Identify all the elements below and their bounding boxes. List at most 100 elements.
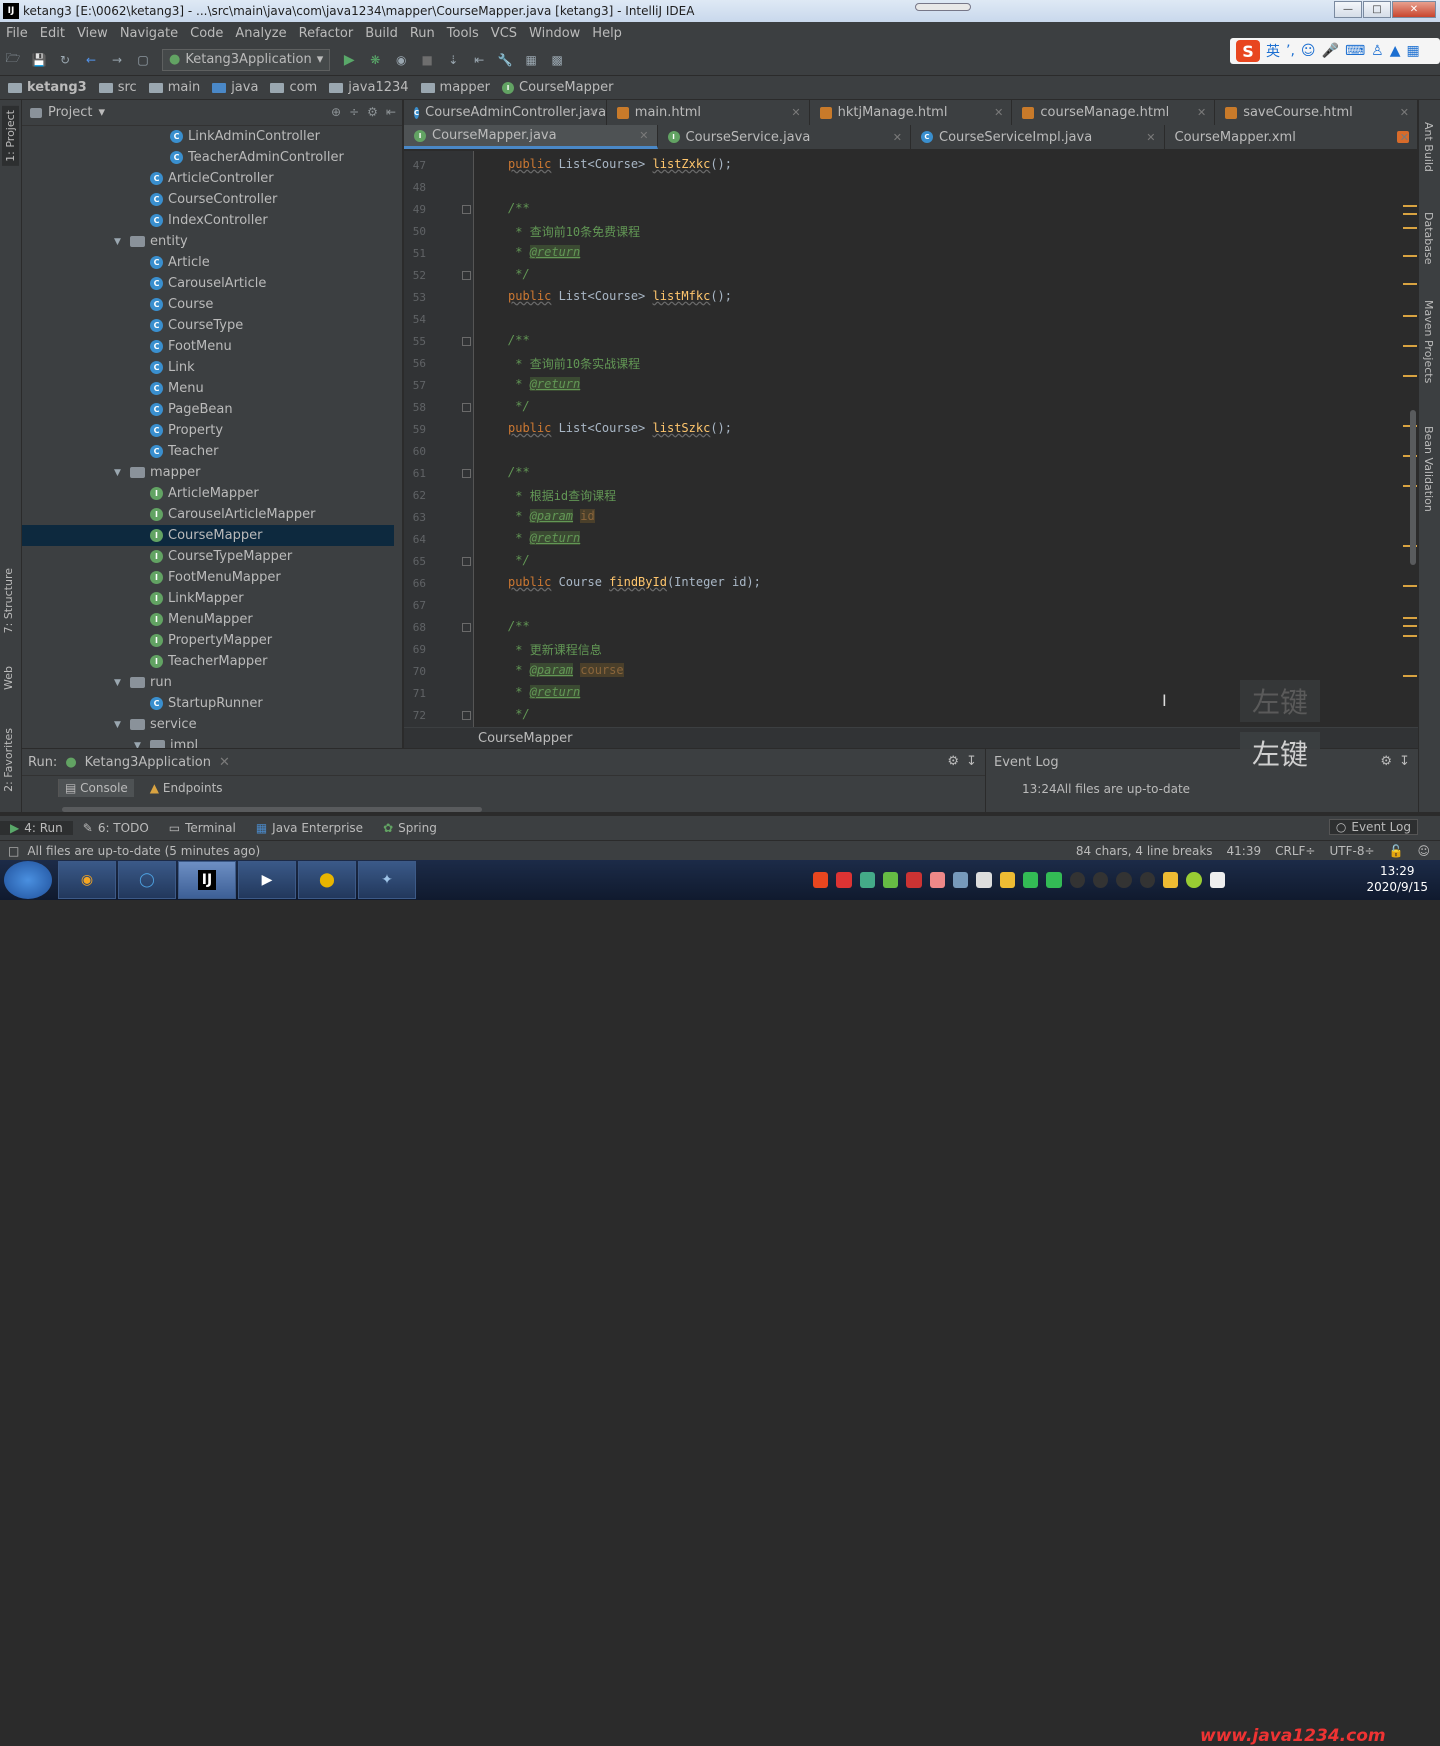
- tree-item[interactable]: C LinkAdminController: [22, 126, 394, 147]
- fold-marker-icon[interactable]: [462, 403, 471, 412]
- run-config-tab[interactable]: Ketang3Application: [85, 755, 211, 770]
- tree-item[interactable]: C CarouselArticle: [22, 273, 394, 294]
- tree-item[interactable]: C StartupRunner: [22, 693, 394, 714]
- warning-mark[interactable]: [1403, 283, 1417, 285]
- update-icon[interactable]: ⇤: [471, 52, 487, 68]
- editor-tab[interactable]: main.html ✕: [607, 100, 810, 125]
- tree-item[interactable]: C TeacherAdminController: [22, 147, 394, 168]
- tool-tab-terminal[interactable]: ▭ Terminal: [159, 821, 246, 835]
- wechat-tray-icon-2[interactable]: [1046, 872, 1062, 888]
- tree-item[interactable]: ▼ service: [22, 714, 394, 735]
- tree-item[interactable]: C PageBean: [22, 399, 394, 420]
- tree-item[interactable]: I MenuMapper: [22, 609, 394, 630]
- fold-marker-icon[interactable]: [462, 271, 471, 280]
- fold-marker-icon[interactable]: [462, 557, 471, 566]
- menu-build[interactable]: Build: [359, 26, 404, 41]
- tree-item[interactable]: I LinkMapper: [22, 588, 394, 609]
- editor-tab[interactable]: CourseMapper.xml ✕: [1165, 125, 1418, 149]
- chevron-down-icon[interactable]: ▾: [98, 105, 105, 120]
- close-tab-icon[interactable]: ✕: [1400, 131, 1409, 144]
- code-line-56[interactable]: * 查询前10条实战课程: [508, 355, 640, 372]
- code-line-52[interactable]: */: [508, 267, 529, 281]
- project-panel-title[interactable]: Project: [48, 105, 92, 120]
- tree-item[interactable]: C Article: [22, 252, 394, 273]
- qq-tray-icon-2[interactable]: [1092, 872, 1109, 888]
- tree-item[interactable]: I CourseTypeMapper: [22, 546, 394, 567]
- editor-tab[interactable]: C CourseServiceImpl.java ✕: [911, 125, 1165, 149]
- tab-bean-validation[interactable]: Bean Validation: [1422, 426, 1435, 512]
- code-line-70[interactable]: * @param course: [508, 663, 624, 677]
- tool-tab-run[interactable]: ▶ 4: Run: [0, 821, 73, 835]
- tree-item[interactable]: C Course: [22, 294, 394, 315]
- code-line-72[interactable]: */: [508, 707, 529, 721]
- debug-icon[interactable]: ❋: [367, 52, 383, 68]
- tab-maven-projects[interactable]: Maven Projects: [1422, 300, 1435, 383]
- tab-project[interactable]: 1: Project: [2, 106, 19, 166]
- coverage-icon[interactable]: ◉: [393, 52, 409, 68]
- warning-mark[interactable]: [1403, 675, 1417, 677]
- status-toggle-icon[interactable]: □: [8, 844, 19, 858]
- minimize-button[interactable]: —: [1334, 1, 1362, 18]
- tab-database[interactable]: Database: [1422, 212, 1435, 265]
- tree-item[interactable]: C Link: [22, 357, 394, 378]
- tree-item[interactable]: C Property: [22, 420, 394, 441]
- tray-icon-6[interactable]: [999, 872, 1015, 888]
- menu-run[interactable]: Run: [404, 26, 441, 41]
- tree-item[interactable]: I FootMenuMapper: [22, 567, 394, 588]
- inspector-icon[interactable]: ☺: [1417, 844, 1430, 858]
- tab-console[interactable]: ▤ Console: [58, 778, 134, 797]
- code-line-63[interactable]: * @param id: [508, 509, 595, 523]
- menu-view[interactable]: View: [71, 26, 114, 41]
- tree-item[interactable]: C IndexController: [22, 210, 394, 231]
- code-line-51[interactable]: * @return: [508, 245, 581, 259]
- close-tab-icon[interactable]: ✕: [639, 129, 648, 142]
- hide-icon[interactable]: ⇤: [386, 105, 396, 119]
- project-structure-icon[interactable]: ▦: [523, 52, 539, 68]
- fold-marker-icon[interactable]: [462, 711, 471, 720]
- warning-mark[interactable]: [1403, 375, 1417, 377]
- close-tab-icon[interactable]: ✕: [893, 131, 902, 144]
- warning-mark[interactable]: [1403, 585, 1417, 587]
- tree-item[interactable]: ▼ impl: [22, 735, 394, 748]
- menu-code[interactable]: Code: [184, 26, 229, 41]
- emoji-icon[interactable]: ☺: [1301, 43, 1316, 59]
- start-button[interactable]: [4, 861, 52, 899]
- tree-item[interactable]: ▼ run: [22, 672, 394, 693]
- tab-endpoints[interactable]: ▲ Endpoints: [150, 781, 223, 795]
- fold-marker-icon[interactable]: [462, 469, 471, 478]
- keyboard-icon[interactable]: ⌨: [1345, 43, 1365, 59]
- menu-navigate[interactable]: Navigate: [114, 26, 184, 41]
- breadcrumb-com[interactable]: com: [262, 80, 321, 95]
- tree-item[interactable]: I ArticleMapper: [22, 483, 394, 504]
- tool-tab-todo[interactable]: ✎ 6: TODO: [73, 821, 159, 835]
- code-line-68[interactable]: /**: [508, 619, 530, 633]
- tree-item[interactable]: C Menu: [22, 378, 394, 399]
- expand-arrow-icon[interactable]: ▼: [114, 678, 126, 688]
- breadcrumb-java1234[interactable]: java1234: [321, 80, 412, 95]
- punctuation-icon[interactable]: ’,: [1286, 43, 1295, 59]
- nvidia-tray-icon[interactable]: [882, 872, 899, 888]
- run-icon[interactable]: ▶: [341, 52, 357, 68]
- tray-icon-3[interactable]: [929, 872, 945, 888]
- qq-tray-icon-4[interactable]: [1139, 872, 1155, 888]
- breadcrumb-main[interactable]: main: [141, 80, 204, 95]
- console-scrollbar[interactable]: [62, 807, 482, 812]
- forward-icon[interactable]: →: [109, 52, 125, 68]
- menu-vcs[interactable]: VCS: [485, 26, 523, 41]
- tab-structure[interactable]: 7: Structure: [2, 568, 15, 633]
- editor-tab[interactable]: saveCourse.html ✕: [1215, 100, 1418, 125]
- ime-language[interactable]: 英: [1266, 41, 1280, 61]
- editor-tab[interactable]: hktjManage.html ✕: [810, 100, 1013, 125]
- tab-ant-build[interactable]: Ant Build: [1422, 122, 1435, 172]
- tree-item[interactable]: I CourseMapper: [22, 525, 394, 546]
- tray-icon-1[interactable]: [836, 872, 852, 888]
- sogou-tray-icon[interactable]: [813, 872, 829, 888]
- shield-tray-icon[interactable]: [859, 872, 875, 888]
- hide-icon[interactable]: ↧: [966, 754, 977, 769]
- line-separator[interactable]: CRLF÷: [1275, 844, 1315, 858]
- close-tab-icon[interactable]: ✕: [1146, 131, 1155, 144]
- gear-icon[interactable]: ⚙: [367, 105, 378, 119]
- build-icon[interactable]: ▢: [135, 52, 151, 68]
- warning-mark[interactable]: [1403, 205, 1417, 207]
- tree-item[interactable]: C CourseType: [22, 315, 394, 336]
